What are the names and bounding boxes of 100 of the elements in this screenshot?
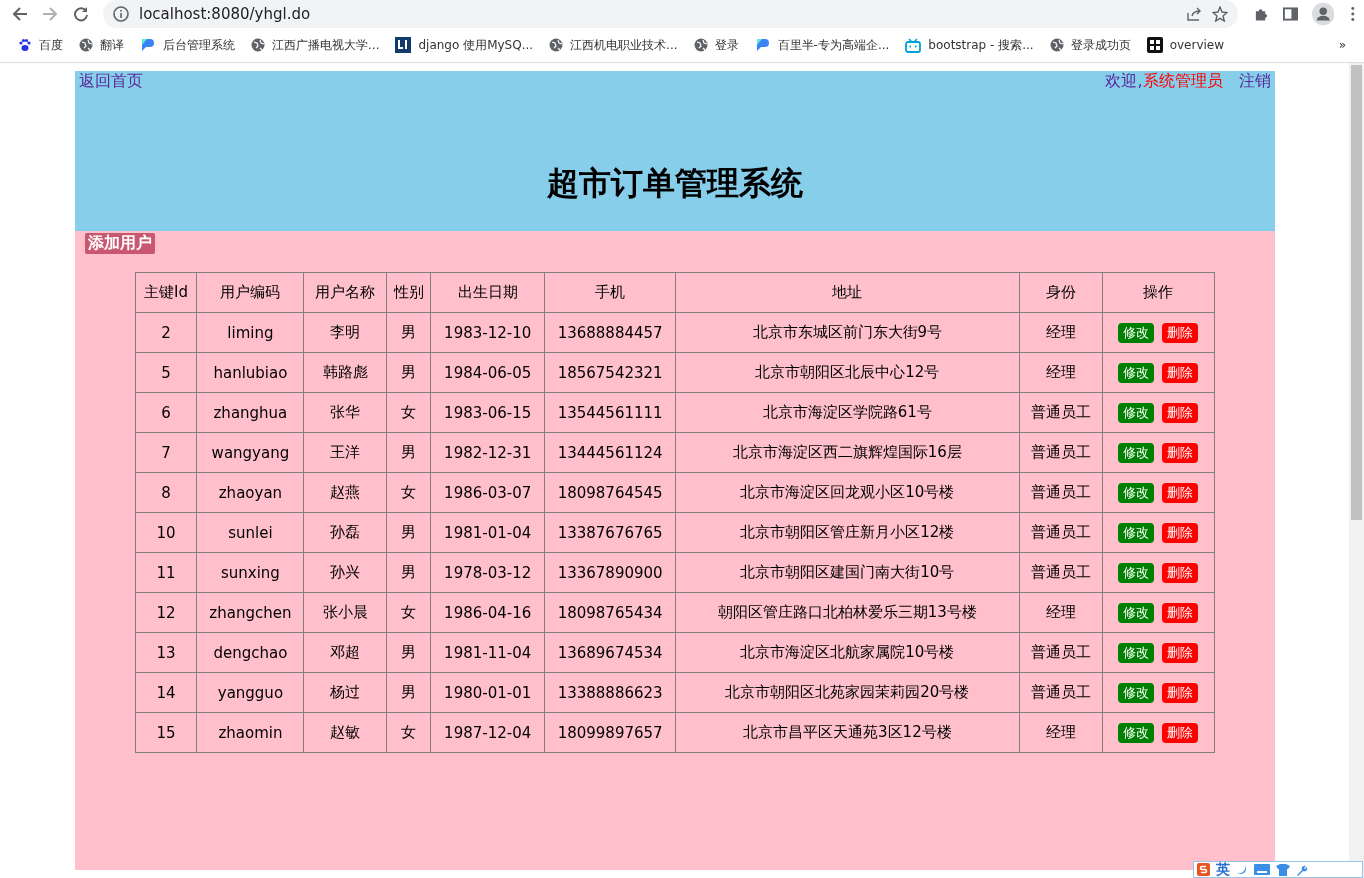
role-cell: 经理: [1019, 312, 1103, 353]
code-cell: zhaoyan: [196, 472, 304, 513]
role-cell: 普通员工: [1019, 432, 1103, 473]
delete-button[interactable]: 删除: [1162, 322, 1198, 343]
edit-button[interactable]: 修改: [1118, 362, 1154, 383]
delete-button[interactable]: 删除: [1162, 442, 1198, 463]
puzzle-icon[interactable]: [1254, 6, 1269, 22]
keyboard-icon[interactable]: [1254, 864, 1270, 875]
birthday-cell: 1980-01-01: [430, 672, 545, 713]
edit-button[interactable]: 修改: [1118, 642, 1154, 663]
code-cell: yangguo: [196, 672, 304, 713]
bookmark-link[interactable]: 登录成功页: [1041, 36, 1139, 54]
reload-icon: [72, 6, 89, 22]
gender-cell: 女: [386, 392, 431, 433]
bookmark-link[interactable]: overview: [1138, 37, 1233, 53]
gender-cell: 女: [386, 712, 431, 753]
globe-icon: [549, 38, 564, 52]
edit-button[interactable]: 修改: [1118, 522, 1154, 543]
bookmark-link[interactable]: 后台管理系统: [132, 36, 243, 54]
bookmark-link[interactable]: django 使用MySQ...: [387, 36, 542, 54]
logout-link[interactable]: 注销: [1238, 71, 1271, 92]
address-cell: 北京市朝阳区北苑家园茉莉园20号楼: [675, 672, 1020, 713]
bookmark-link[interactable]: 登录: [685, 36, 747, 54]
bookmark-link[interactable]: bootstrap - 搜索...: [897, 36, 1042, 54]
bookmark-link[interactable]: 江西广播电视大学...: [243, 36, 388, 54]
column-header: 手机: [544, 272, 676, 313]
delete-button[interactable]: 删除: [1162, 482, 1198, 503]
home-link[interactable]: 返回首页: [78, 71, 143, 92]
address-bar[interactable]: localhost:8080/yhgl.do: [103, 0, 1238, 28]
phone-cell: 18098765434: [544, 592, 676, 633]
delete-button[interactable]: 删除: [1162, 522, 1198, 543]
delete-button[interactable]: 删除: [1162, 402, 1198, 423]
edit-button[interactable]: 修改: [1118, 562, 1154, 583]
column-header: 出生日期: [430, 272, 545, 313]
bookmark-link[interactable]: 百度: [10, 36, 71, 54]
edit-button[interactable]: 修改: [1118, 402, 1154, 423]
delete-button[interactable]: 删除: [1162, 682, 1198, 703]
address-cell: 北京市海淀区学院路61号: [675, 392, 1020, 433]
edit-button[interactable]: 修改: [1118, 442, 1154, 463]
profile-icon[interactable]: [1311, 2, 1335, 26]
edit-button[interactable]: 修改: [1118, 682, 1154, 703]
menu-icon[interactable]: [1350, 6, 1356, 22]
column-header: 主键Id: [135, 272, 197, 313]
wrench-icon[interactable]: [1296, 863, 1308, 876]
tv-icon: [905, 37, 922, 53]
name-cell: 李明: [303, 312, 387, 353]
id-cell: 14: [135, 672, 197, 713]
bookmark-link[interactable]: 百里半-专为高端企...: [746, 36, 898, 54]
side-panel-icon[interactable]: [1282, 6, 1298, 22]
edit-button[interactable]: 修改: [1118, 482, 1154, 503]
phone-cell: 18099897657: [544, 712, 676, 753]
globe-icon: [251, 38, 265, 52]
gender-cell: 男: [386, 672, 431, 713]
name-cell: 邓超: [303, 632, 387, 673]
share-icon[interactable]: [1186, 6, 1202, 22]
edit-button[interactable]: 修改: [1118, 322, 1154, 343]
star-icon[interactable]: [1212, 6, 1228, 22]
column-header: 身份: [1019, 272, 1103, 313]
role-cell: 经理: [1019, 712, 1103, 753]
phone-cell: 13367890900: [544, 552, 676, 593]
id-cell: 2: [135, 312, 197, 353]
name-cell: 韩路彪: [303, 352, 387, 393]
id-cell: 10: [135, 512, 197, 553]
bookmark-link[interactable]: 翻译: [71, 36, 132, 54]
forward-arrow-icon: [42, 6, 59, 22]
code-cell: dengchao: [196, 632, 304, 673]
id-cell: 13: [135, 632, 197, 673]
delete-button[interactable]: 删除: [1162, 602, 1198, 623]
phone-cell: 13689674534: [544, 632, 676, 673]
birthday-cell: 1978-03-12: [430, 552, 545, 593]
shirt-icon[interactable]: [1276, 863, 1290, 876]
delete-button[interactable]: 删除: [1162, 722, 1198, 743]
birthday-cell: 1987-12-04: [430, 712, 545, 753]
edit-button[interactable]: 修改: [1118, 602, 1154, 623]
birthday-cell: 1983-06-15: [430, 392, 545, 433]
address-cell: 北京市朝阳区北辰中心12号: [675, 352, 1020, 393]
gender-cell: 男: [386, 432, 431, 473]
bookmark-link[interactable]: 江西机电职业技术...: [541, 36, 686, 54]
code-cell: sunxing: [196, 552, 304, 593]
add-user-link[interactable]: 添加用户: [84, 233, 155, 254]
phone-cell: 13544561111: [544, 392, 676, 433]
code-cell: hanlubiao: [196, 352, 304, 393]
code-cell: zhanghua: [196, 392, 304, 433]
delete-button[interactable]: 删除: [1162, 362, 1198, 383]
edit-button[interactable]: 修改: [1118, 722, 1154, 743]
birthday-cell: 1983-12-10: [430, 312, 545, 353]
address-cell: 朝阳区管庄路口北柏林爱乐三期13号楼: [675, 592, 1020, 633]
more-bookmarks-button[interactable]: »: [1330, 38, 1354, 52]
role-cell: 经理: [1019, 592, 1103, 633]
role-cell: 普通员工: [1019, 552, 1103, 593]
delete-button[interactable]: 删除: [1162, 642, 1198, 663]
address-cell: 北京市东城区前门东大街9号: [675, 312, 1020, 353]
logo-icon: [754, 37, 771, 53]
delete-button[interactable]: 删除: [1162, 562, 1198, 583]
role-cell: 普通员工: [1019, 512, 1103, 553]
name-cell: 张华: [303, 392, 387, 433]
back-arrow-icon: [12, 6, 29, 22]
ime-mode-text[interactable]: 英: [1216, 860, 1230, 878]
logo-icon: [140, 37, 156, 53]
globe-icon: [693, 38, 708, 52]
